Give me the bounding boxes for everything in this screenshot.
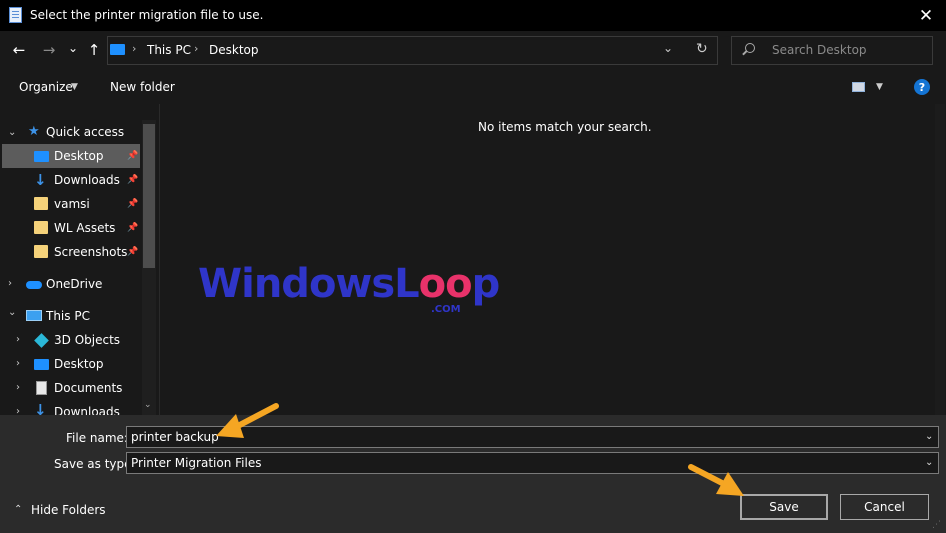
sidebar-item-documents[interactable]: Documents [54,381,122,395]
search-input[interactable]: Search Desktop [772,43,867,57]
save-type-value: Printer Migration Files [131,456,262,470]
watermark-logo: WindowsLoop [198,261,500,307]
arrow-up-icon: ↑ [87,41,101,59]
sidebar-item-downloads[interactable]: Downloads [54,173,120,187]
pin-icon: 📌 [127,223,139,233]
new-folder-button[interactable]: New folder [110,80,175,94]
chevron-right-icon[interactable]: › [16,334,20,345]
arrow-left-icon: ← [12,41,26,59]
file-name-input[interactable]: printer backup [131,430,219,444]
cancel-button[interactable]: Cancel [840,494,929,520]
hide-folders-button[interactable]: Hide Folders [31,503,106,517]
help-icon: ? [918,80,926,94]
computer-icon [26,310,42,321]
folder-icon [34,197,48,210]
chevron-down-icon[interactable]: ⌄ [925,431,933,442]
scroll-down-icon[interactable]: ⌄ [144,400,152,410]
view-options-button[interactable] [852,82,865,92]
caret-up-icon[interactable]: ⌃ [14,504,22,515]
sidebar-item-this-pc[interactable]: This PC [46,309,90,323]
resize-grip-icon[interactable]: ⋰ [932,520,942,530]
this-pc-icon [110,44,125,55]
pin-icon: 📌 [127,199,139,209]
address-dropdown-button[interactable]: ⌄ [663,41,673,55]
download-icon: ↓ [34,171,47,189]
file-name-label: File name: [66,431,128,445]
window-title: Select the printer migration file to use… [30,8,264,22]
pane-divider[interactable] [159,104,160,415]
caret-down-icon: ▼ [71,82,78,92]
breadcrumb-separator: › [132,42,137,55]
breadcrumb-desktop[interactable]: Desktop [209,43,259,57]
desktop-icon [34,359,49,370]
sidebar-item-pc-desktop[interactable]: Desktop [54,357,104,371]
file-name-field[interactable] [126,426,939,448]
content-scrollbar [935,104,945,415]
back-button[interactable]: ← [10,40,28,60]
onedrive-icon [26,281,42,289]
breadcrumb-separator: › [194,42,199,55]
up-button[interactable]: ↑ [85,40,103,60]
save-type-label: Save as type: [54,457,136,471]
close-icon: ✕ [918,5,934,26]
app-icon [9,7,22,23]
arrow-right-icon: → [42,41,56,59]
caret-down-icon[interactable]: ▼ [876,82,883,92]
close-button[interactable]: ✕ [906,0,946,31]
search-icon [745,43,755,53]
sidebar-item-3d-objects[interactable]: 3D Objects [54,333,120,347]
chevron-down-icon: ⌄ [663,41,674,55]
pin-icon: 📌 [127,175,139,185]
chevron-right-icon[interactable]: › [8,278,12,289]
sidebar-item-label: Desktop [54,149,104,163]
folder-icon [34,221,48,234]
sidebar-item-vamsi[interactable]: vamsi [54,197,90,211]
recent-locations-button[interactable]: ⌄ [64,38,82,58]
sidebar-item-onedrive[interactable]: OneDrive [46,277,102,291]
sidebar-item-wl-assets[interactable]: WL Assets [54,221,115,235]
breadcrumb-this-pc[interactable]: This PC [147,43,191,57]
forward-button[interactable]: → [40,40,58,60]
address-bar[interactable] [107,36,718,65]
chevron-down-icon[interactable]: ⌄ [8,127,16,138]
sidebar-item-screenshots[interactable]: Screenshots [54,245,127,259]
refresh-button[interactable]: ↻ [696,41,708,57]
sidebar-item-quick-access[interactable]: Quick access [46,125,124,139]
desktop-icon [34,151,49,162]
empty-message: No items match your search. [478,120,652,134]
sidebar-scrollbar-thumb[interactable] [143,124,155,268]
help-button[interactable]: ? [914,79,930,95]
chevron-down-icon[interactable]: ⌄ [8,307,16,318]
document-icon [36,381,47,395]
chevron-right-icon[interactable]: › [16,382,20,393]
watermark-suffix: .COM [431,304,461,315]
refresh-icon: ↻ [696,41,708,57]
pin-icon: 📌 [127,151,139,161]
chevron-down-icon: ⌄ [67,41,79,55]
pin-icon: 📌 [127,247,139,257]
save-button[interactable]: Save [740,494,828,520]
folder-icon [34,245,48,258]
organize-button[interactable]: Organize [19,80,73,94]
chevron-down-icon[interactable]: ⌄ [925,457,933,468]
chevron-right-icon[interactable]: › [16,358,20,369]
star-icon: ★ [28,124,40,139]
